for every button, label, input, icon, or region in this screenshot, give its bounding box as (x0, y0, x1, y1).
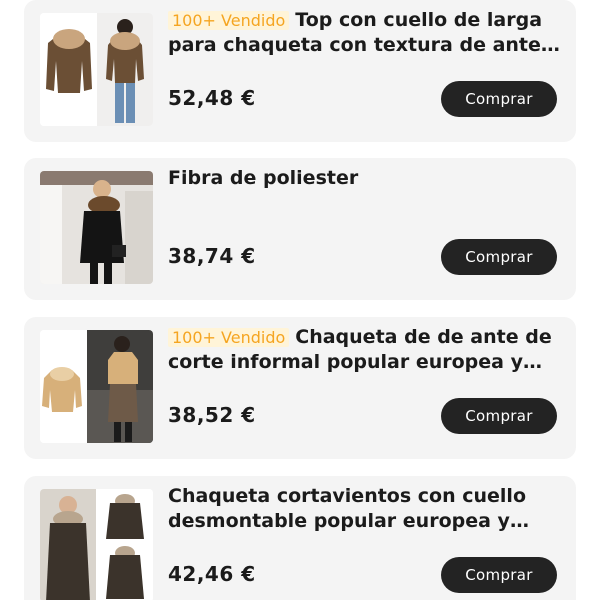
product-price: 38,74 € (168, 244, 256, 268)
product-price: 38,52 € (168, 403, 256, 427)
sold-badge: 100+ Vendido (168, 328, 290, 347)
product-price: 52,48 € (168, 86, 256, 110)
product-image[interactable] (40, 13, 153, 126)
product-image[interactable] (40, 489, 153, 600)
sold-badge: 100+ Vendido (168, 11, 290, 30)
product-card[interactable]: 100+ Vendido Top con cuello de larga para… (24, 0, 576, 142)
product-list: 100+ Vendido Top con cuello de larga para… (0, 0, 600, 600)
product-card[interactable]: Chaqueta cortavientos con cuello desmont… (24, 476, 576, 600)
product-card[interactable]: 100+ Vendido Chaqueta de de ante de corte… (24, 317, 576, 459)
buy-button[interactable]: Comprar (441, 81, 557, 117)
product-title[interactable]: 100+ Vendido Top con cuello de larga para… (168, 8, 564, 58)
buy-button[interactable]: Comprar (441, 239, 557, 275)
buy-button[interactable]: Comprar (441, 398, 557, 434)
product-image[interactable] (40, 171, 153, 284)
product-title[interactable]: Fibra de poliester (168, 166, 564, 191)
product-title-text: Fibra de poliester (168, 167, 359, 189)
product-image[interactable] (40, 330, 153, 443)
product-title[interactable]: 100+ Vendido Chaqueta de de ante de corte… (168, 325, 564, 375)
product-title[interactable]: Chaqueta cortavientos con cuello desmont… (168, 484, 564, 534)
buy-button[interactable]: Comprar (441, 557, 557, 593)
product-price: 42,46 € (168, 562, 256, 586)
product-card[interactable]: Fibra de poliester 38,74 € Comprar (24, 158, 576, 300)
product-title-text: Chaqueta cortavientos con cuello desmont… (168, 485, 526, 532)
